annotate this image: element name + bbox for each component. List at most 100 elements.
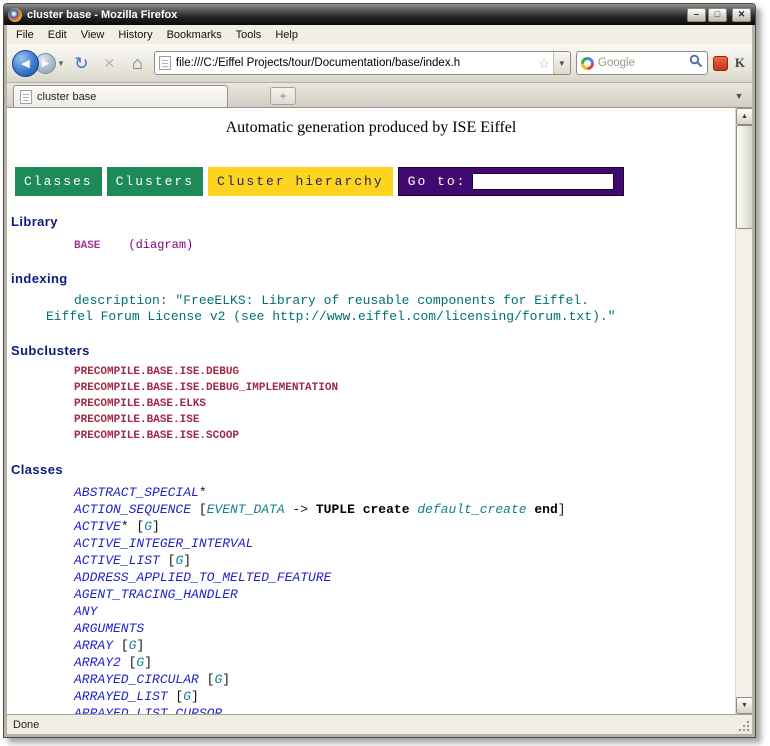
address-text: file:///C:/Eiffel Projects/tour/Document… bbox=[176, 57, 535, 69]
new-tab-icon: + bbox=[279, 89, 286, 103]
class-link[interactable]: ADDRESS_APPLIED_TO_MELTED_FEATURE bbox=[74, 570, 331, 585]
resize-grip[interactable] bbox=[737, 719, 750, 732]
goto-input[interactable] bbox=[472, 173, 614, 190]
search-magnifier-icon[interactable] bbox=[689, 54, 703, 73]
subcluster-link[interactable]: PRECOMPILE.BASE.ISE.SCOOP bbox=[74, 428, 735, 444]
close-button[interactable]: ✕ bbox=[732, 8, 751, 22]
addon-red-icon[interactable] bbox=[713, 56, 728, 71]
list-all-tabs-button[interactable]: ▼ bbox=[730, 87, 748, 105]
menu-bar: FileEditViewHistoryBookmarksToolsHelp bbox=[7, 25, 752, 44]
tab-cluster-base[interactable]: cluster base bbox=[13, 85, 228, 107]
class-link[interactable]: ARRAY2 bbox=[74, 655, 121, 670]
minimize-icon: – bbox=[694, 10, 699, 19]
class-row: ARRAYED_LIST_CURSOR bbox=[74, 705, 735, 714]
stop-button[interactable]: ✕ bbox=[98, 56, 121, 70]
menu-file[interactable]: File bbox=[9, 27, 41, 43]
page-favicon-icon bbox=[159, 56, 171, 70]
class-row: ARRAY [G] bbox=[74, 637, 735, 654]
search-input[interactable]: Google bbox=[598, 57, 685, 69]
menu-tools[interactable]: Tools bbox=[229, 27, 269, 43]
class-link[interactable]: ANY bbox=[74, 604, 97, 619]
subclusters-list: PRECOMPILE.BASE.ISE.DEBUGPRECOMPILE.BASE… bbox=[7, 364, 735, 444]
status-bar: Done bbox=[7, 714, 752, 734]
status-text: Done bbox=[13, 719, 39, 731]
class-annotation: EVENT_DATA bbox=[207, 502, 285, 517]
class-annotation: ] bbox=[222, 672, 230, 687]
class-row: ACTIVE_INTEGER_INTERVAL bbox=[74, 535, 735, 552]
subcluster-link[interactable]: PRECOMPILE.BASE.ISE.DEBUG bbox=[74, 364, 735, 380]
bookmark-star-icon[interactable]: ☆ bbox=[538, 57, 550, 70]
url-dropdown-button[interactable]: ▼ bbox=[553, 52, 570, 74]
class-link[interactable]: ARRAYED_CIRCULAR bbox=[74, 672, 199, 687]
google-logo-icon[interactable] bbox=[581, 57, 594, 70]
class-link[interactable]: ACTION_SEQUENCE bbox=[74, 502, 191, 517]
class-annotation: [ bbox=[113, 638, 129, 653]
class-row: ABSTRACT_SPECIAL* bbox=[74, 484, 735, 501]
class-row: ACTIVE* [G] bbox=[74, 518, 735, 535]
class-annotation: * bbox=[199, 485, 207, 500]
class-annotation: [ bbox=[199, 672, 215, 687]
diagram-link[interactable]: (diagram) bbox=[128, 238, 193, 252]
home-button[interactable]: ⌂ bbox=[126, 54, 149, 72]
menu-help[interactable]: Help bbox=[268, 27, 305, 43]
scroll-down-button[interactable]: ▼ bbox=[736, 697, 752, 714]
scroll-down-icon: ▼ bbox=[741, 702, 748, 709]
class-row: ANY bbox=[74, 603, 735, 620]
class-row: ACTIVE_LIST [G] bbox=[74, 552, 735, 569]
class-annotation: ] bbox=[558, 502, 566, 517]
menu-view[interactable]: View bbox=[74, 27, 112, 43]
back-button[interactable]: ◀ bbox=[12, 50, 39, 77]
library-name-link[interactable]: BASE bbox=[74, 240, 100, 252]
class-annotation: G bbox=[144, 519, 152, 534]
class-link[interactable]: ARRAY bbox=[74, 638, 113, 653]
minimize-button[interactable]: – bbox=[687, 8, 706, 22]
class-link[interactable]: ACTIVE_LIST bbox=[74, 553, 160, 568]
title-bar[interactable]: cluster base - Mozilla Firefox – □ ✕ bbox=[4, 4, 755, 25]
class-annotation bbox=[355, 502, 363, 517]
class-row: AGENT_TRACING_HANDLER bbox=[74, 586, 735, 603]
addon-k-icon[interactable]: K bbox=[733, 55, 747, 71]
scroll-up-icon: ▲ bbox=[741, 113, 748, 120]
clusters-nav-button[interactable]: Clusters bbox=[107, 167, 203, 196]
library-heading: Library bbox=[11, 214, 735, 229]
classes-nav-button[interactable]: Classes bbox=[15, 167, 102, 196]
tab-bar: cluster base + ▼ bbox=[7, 83, 752, 108]
maximize-button[interactable]: □ bbox=[708, 8, 727, 22]
history-dropdown-button[interactable]: ▼ bbox=[57, 59, 65, 68]
class-link[interactable]: ACTIVE bbox=[74, 519, 121, 534]
class-link[interactable]: ARRAYED_LIST bbox=[74, 689, 168, 704]
class-annotation: default_create bbox=[417, 502, 526, 517]
menu-edit[interactable]: Edit bbox=[41, 27, 74, 43]
class-link[interactable]: AGENT_TRACING_HANDLER bbox=[74, 587, 238, 602]
vertical-scrollbar[interactable]: ▲ ▼ bbox=[735, 108, 752, 714]
cluster-hierarchy-nav-button[interactable]: Cluster hierarchy bbox=[208, 167, 393, 196]
subcluster-link[interactable]: PRECOMPILE.BASE.ISE bbox=[74, 412, 735, 428]
forward-icon: ▶ bbox=[42, 58, 49, 69]
close-icon: ✕ bbox=[738, 10, 746, 19]
class-link[interactable]: ACTIVE_INTEGER_INTERVAL bbox=[74, 536, 253, 551]
back-icon: ◀ bbox=[21, 57, 29, 70]
library-line: BASE (diagram) bbox=[74, 235, 735, 253]
menu-bookmarks[interactable]: Bookmarks bbox=[160, 27, 229, 43]
class-link[interactable]: ARGUMENTS bbox=[74, 621, 144, 636]
subcluster-link[interactable]: PRECOMPILE.BASE.ELKS bbox=[74, 396, 735, 412]
class-annotation: * [ bbox=[121, 519, 144, 534]
address-bar[interactable]: file:///C:/Eiffel Projects/tour/Document… bbox=[154, 51, 571, 75]
subcluster-link[interactable]: PRECOMPILE.BASE.ISE.DEBUG_IMPLEMENTATION bbox=[74, 380, 735, 396]
class-row: ARGUMENTS bbox=[74, 620, 735, 637]
class-annotation: ] bbox=[136, 638, 144, 653]
menu-history[interactable]: History bbox=[111, 27, 159, 43]
class-annotation: [ bbox=[160, 553, 176, 568]
refresh-button[interactable]: ↻ bbox=[70, 55, 93, 72]
scroll-up-button[interactable]: ▲ bbox=[736, 108, 752, 125]
indexing-line-1: description: "FreeELKS: Library of reusa… bbox=[74, 293, 735, 309]
class-annotation: [ bbox=[168, 689, 184, 704]
class-link[interactable]: ABSTRACT_SPECIAL bbox=[74, 485, 199, 500]
goto-label: Go to: bbox=[408, 174, 467, 189]
class-link[interactable]: ARRAYED_LIST_CURSOR bbox=[74, 706, 222, 714]
class-row: ARRAYED_CIRCULAR [G] bbox=[74, 671, 735, 688]
search-box[interactable]: Google bbox=[576, 51, 708, 75]
new-tab-button[interactable]: + bbox=[270, 87, 296, 105]
class-annotation: TUPLE bbox=[316, 502, 355, 517]
scrollbar-thumb[interactable] bbox=[736, 125, 752, 229]
